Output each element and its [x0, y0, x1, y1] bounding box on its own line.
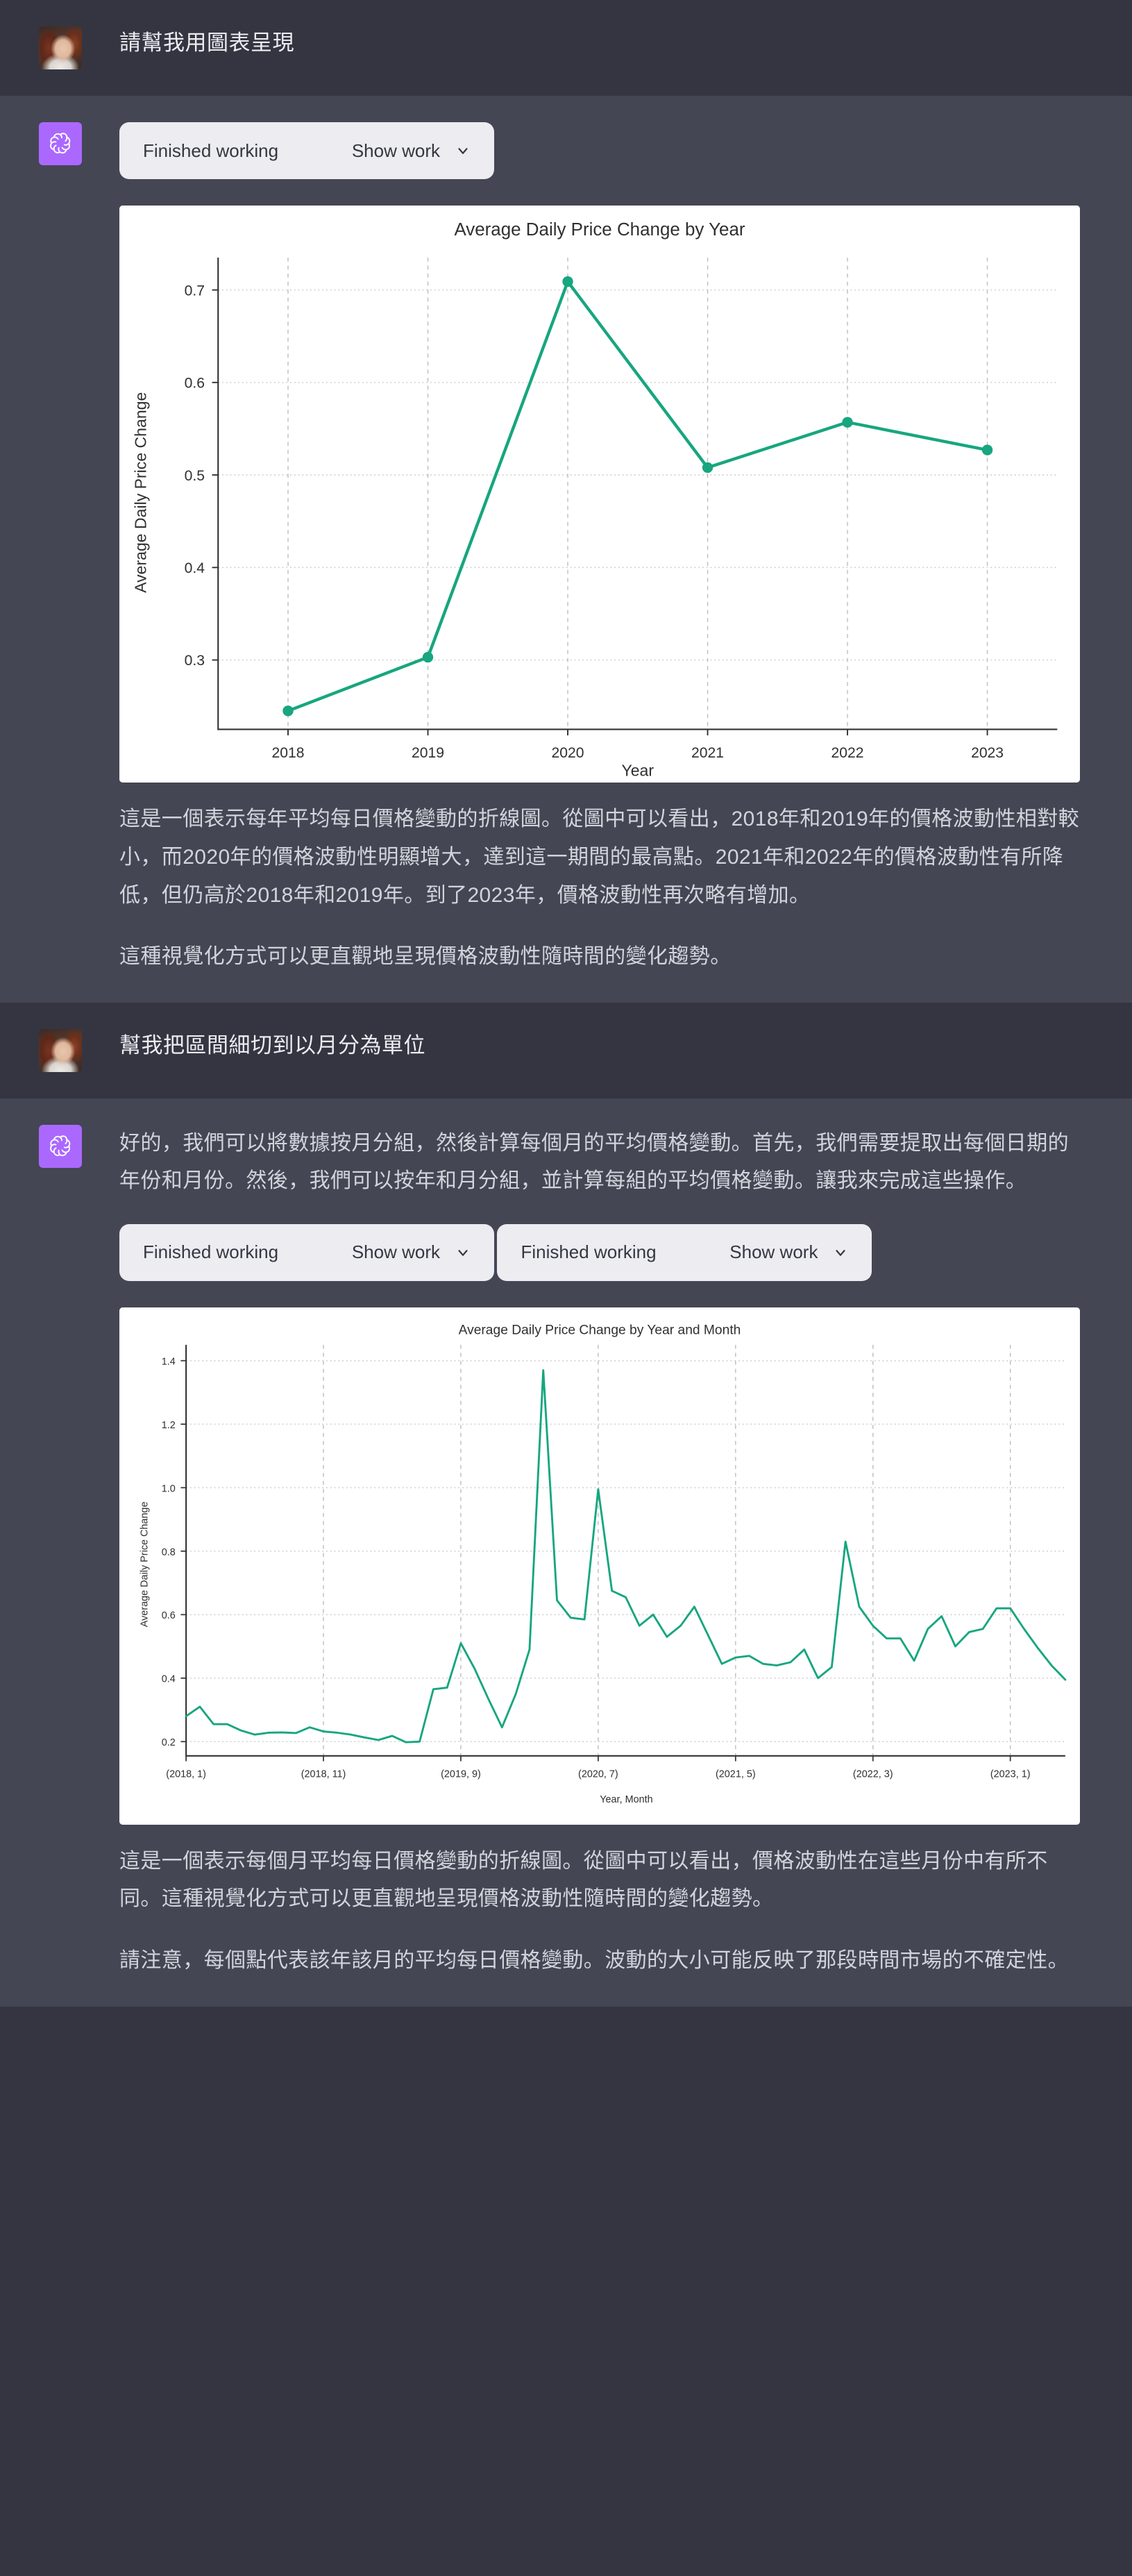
svg-text:2022: 2022	[831, 745, 864, 761]
show-work-label[interactable]: Show work	[352, 140, 440, 162]
svg-text:2023: 2023	[971, 745, 1004, 761]
svg-text:0.3: 0.3	[185, 653, 205, 669]
svg-text:2019: 2019	[412, 745, 444, 761]
svg-text:0.2: 0.2	[162, 1737, 176, 1748]
svg-text:0.4: 0.4	[185, 560, 205, 576]
user-avatar-image	[39, 1028, 82, 1072]
svg-text:2020: 2020	[552, 745, 584, 761]
user-avatar-image	[39, 26, 82, 69]
chart2-ylabel: Average Daily Price Change	[139, 1502, 150, 1628]
chat-turn-assistant-2: 好的，我們可以將數據按月分組，然後計算每個月的平均價格變動。首先，我們需要提取出…	[0, 1098, 1132, 2007]
assistant-paragraph-2: 請注意，每個點代表該年該月的平均每日價格變動。波動的大小可能反映了那段時間市場的…	[119, 1948, 1069, 1972]
tool-card-finished-working[interactable]: Finished working Show work	[497, 1223, 872, 1281]
svg-text:(2022, 3): (2022, 3)	[853, 1769, 893, 1780]
tool-status-label: Finished working	[143, 140, 279, 161]
chevron-down-icon[interactable]	[455, 143, 471, 158]
chevron-down-icon[interactable]	[455, 1245, 471, 1260]
svg-text:2021: 2021	[691, 745, 724, 761]
svg-text:0.6: 0.6	[185, 376, 205, 392]
svg-text:0.8: 0.8	[162, 1547, 176, 1558]
chat-conversation: 請幫我用圖表呈現 Finished working Show work Aver…	[0, 0, 1132, 2007]
svg-text:(2020, 7): (2020, 7)	[578, 1769, 618, 1780]
tool-status-label: Finished working	[521, 1241, 657, 1263]
user-message-text: 幫我把區間細切到以月分為單位	[119, 1032, 425, 1057]
svg-text:1.0: 1.0	[162, 1483, 176, 1494]
svg-text:(2018, 1): (2018, 1)	[166, 1769, 206, 1780]
tool-card-finished-working[interactable]: Finished working Show work	[119, 122, 494, 179]
chat-turn-assistant-1: Finished working Show work Average Daily…	[0, 96, 1132, 1003]
user-message-text: 請幫我用圖表呈現	[119, 31, 294, 55]
chart1-title: Average Daily Price Change by Year	[454, 220, 745, 240]
show-work-label[interactable]: Show work	[352, 1241, 440, 1263]
svg-text:(2019, 9): (2019, 9)	[441, 1769, 481, 1780]
chart2-title: Average Daily Price Change by Year and M…	[459, 1323, 741, 1337]
assistant-paragraph-1: 這是一個表示每年平均每日價格變動的折線圖。從圖中可以看出，2018年和2019年…	[119, 808, 1080, 907]
chart2-xlabel: Year, Month	[600, 1794, 652, 1805]
chevron-down-icon[interactable]	[833, 1245, 848, 1260]
chatgpt-logo-icon	[39, 1124, 82, 1168]
show-work-label[interactable]: Show work	[729, 1241, 818, 1263]
svg-text:2018: 2018	[272, 745, 305, 761]
assistant-intro-paragraph: 好的，我們可以將數據按月分組，然後計算每個月的平均價格變動。首先，我們需要提取出…	[119, 1131, 1069, 1193]
svg-text:1.2: 1.2	[162, 1420, 176, 1431]
chart1-ylabel: Average Daily Price Change	[131, 392, 149, 593]
svg-text:(2021, 5): (2021, 5)	[716, 1769, 756, 1780]
svg-text:1.4: 1.4	[162, 1356, 176, 1367]
svg-text:(2023, 1): (2023, 1)	[990, 1769, 1031, 1780]
chart1-xlabel: Year	[621, 762, 654, 780]
user-avatar-photo	[39, 26, 82, 69]
tool-card-finished-working[interactable]: Finished working Show work	[119, 1223, 494, 1281]
chat-turn-user-2: 幫我把區間細切到以月分為單位	[0, 1002, 1132, 1098]
svg-text:0.6: 0.6	[162, 1610, 176, 1621]
tool-status-label: Finished working	[143, 1241, 279, 1263]
user-avatar-photo	[39, 1028, 82, 1072]
assistant-paragraph-1: 這是一個表示每個月平均每日價格變動的折線圖。從圖中可以看出，價格波動性在這些月份…	[119, 1849, 1048, 1911]
svg-text:(2018, 11): (2018, 11)	[301, 1769, 346, 1780]
chart-average-daily-price-change-by-year-and-month: Average Daily Price Change by Year and M…	[119, 1307, 1080, 1825]
chat-turn-user-1: 請幫我用圖表呈現	[0, 0, 1132, 96]
svg-text:0.5: 0.5	[185, 468, 205, 484]
svg-text:0.7: 0.7	[185, 283, 205, 299]
assistant-paragraph-2: 這種視覺化方式可以更直觀地呈現價格波動性隨時間的變化趨勢。	[119, 945, 732, 969]
svg-text:0.4: 0.4	[162, 1674, 176, 1685]
chatgpt-logo-icon	[39, 122, 82, 165]
chart-average-daily-price-change-by-year: Average Daily Price Change by Year Avera…	[119, 206, 1080, 783]
